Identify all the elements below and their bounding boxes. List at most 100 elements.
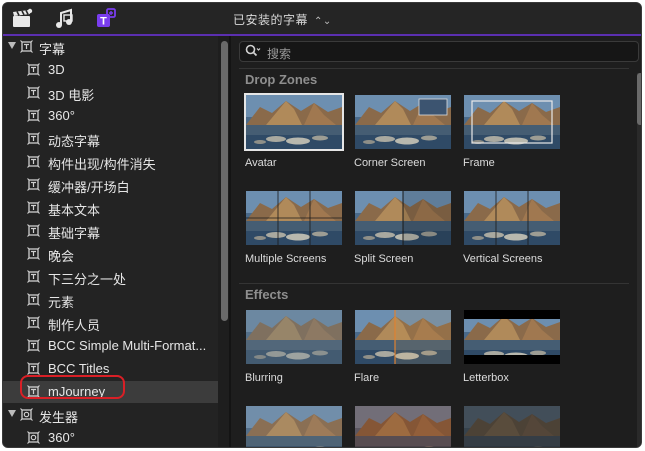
titles-icon	[27, 293, 40, 306]
tile-caption: Vertical Screens	[463, 253, 543, 265]
sidebar-item[interactable]: 字幕	[3, 36, 218, 58]
section-divider	[239, 283, 629, 284]
title-tile[interactable]	[244, 404, 344, 448]
app-window: T 已安装的字幕 ⌃⌄ 字幕 3D 3D 电影 360° 动态字幕构件出现/构件消失 缓冲器…	[2, 2, 642, 448]
titles-icon	[27, 155, 40, 168]
thumbnail-image[interactable]	[462, 93, 562, 151]
sidebar-scrollbar[interactable]	[221, 41, 228, 321]
title-tile[interactable]	[353, 404, 453, 448]
thumbnail-image[interactable]	[244, 93, 344, 151]
browser-scrollbar[interactable]	[637, 73, 641, 447]
tile-caption: Flare	[354, 372, 380, 384]
title-tile[interactable]: Flare	[353, 308, 453, 384]
sidebar-item-label: 360°	[48, 108, 75, 123]
generators-icon	[20, 408, 33, 421]
sidebar-item-label: BCC Simple Multi-Format...	[48, 338, 207, 353]
sidebar-item-label: 晚会	[48, 249, 75, 264]
thumbnail-image[interactable]	[353, 404, 453, 448]
tile-caption: Split Screen	[354, 253, 414, 265]
title-tile[interactable]: Corner Screen	[353, 93, 453, 169]
search-field[interactable]: 搜索	[239, 41, 639, 62]
sidebar-item[interactable]: 发生器	[3, 404, 218, 426]
title-tile[interactable]: Letterbox	[462, 308, 562, 384]
search-icon[interactable]	[245, 44, 261, 58]
sidebar-item[interactable]: BCC Simple Multi-Format...	[3, 335, 218, 357]
annotation-highlight	[20, 375, 125, 399]
sidebar-item-label: 下三分之一处	[48, 272, 127, 287]
title-tile[interactable]: Avatar	[244, 93, 344, 169]
sidebar-item-label: 缓冲器/开场白	[48, 180, 130, 195]
section-header: Effects	[245, 287, 289, 302]
thumbnail-image[interactable]	[244, 404, 344, 448]
titles-icon	[27, 132, 40, 145]
sidebar-item-label: 发生器	[39, 410, 79, 425]
section-header: Drop Zones	[245, 72, 318, 87]
section-divider	[239, 68, 629, 69]
thumbnail-image[interactable]	[353, 93, 453, 151]
title-tile[interactable]: Frame	[462, 93, 562, 169]
titles-icon	[27, 201, 40, 214]
sidebar-item[interactable]: 基础字幕	[3, 220, 218, 242]
sidebar-item[interactable]: 构件出现/构件消失	[3, 151, 218, 173]
title-tile[interactable]: Vertical Screens	[462, 189, 562, 265]
sidebar-item-label: 基本文本	[48, 203, 101, 218]
thumbnail-image[interactable]	[462, 404, 562, 448]
thumbnail-image[interactable]	[353, 308, 453, 366]
titles-icon	[27, 178, 40, 191]
titles-icon	[27, 224, 40, 237]
thumbnail-image[interactable]	[353, 189, 453, 247]
sidebar-item[interactable]: 动态字幕	[3, 128, 218, 150]
search-placeholder: 搜索	[267, 47, 292, 61]
sidebar-item[interactable]: 下三分之一处	[3, 266, 218, 288]
tile-caption: Letterbox	[463, 372, 509, 384]
tile-caption: Frame	[463, 157, 495, 169]
browser-toolbar: T 已安装的字幕 ⌃⌄	[3, 3, 641, 36]
title-tile[interactable]: Multiple Screens	[244, 189, 344, 265]
titles-icon	[27, 109, 40, 122]
sidebar-item-label: BCC Titles	[48, 361, 110, 376]
titles-icon	[27, 63, 40, 76]
title-tile[interactable]	[462, 404, 562, 448]
browser-category-dropdown[interactable]: 已安装的字幕 ⌃⌄	[233, 11, 332, 28]
title-tile[interactable]: Split Screen	[353, 189, 453, 265]
titles-icon	[27, 270, 40, 283]
sidebar-item[interactable]: 3D 电影	[3, 82, 218, 104]
titles-generators-icon[interactable]: T	[94, 7, 118, 29]
thumbnail-image[interactable]	[244, 189, 344, 247]
sidebar-item[interactable]: 制作人员	[3, 312, 218, 334]
sidebar-item[interactable]: 缓冲器/开场白	[3, 174, 218, 196]
titles-icon	[27, 86, 40, 99]
sidebar-item[interactable]: 360°	[3, 427, 218, 447]
titles-icon	[27, 247, 40, 260]
sidebar-item-label: 构件出现/构件消失	[48, 157, 156, 172]
thumbnail-image[interactable]	[462, 189, 562, 247]
sidebar-item-label: 360°	[48, 430, 75, 445]
sidebar-item-label: 元素	[48, 295, 75, 310]
thumbnail-image[interactable]	[462, 308, 562, 366]
tile-caption: Blurring	[245, 372, 283, 384]
sidebar-item-label: 基础字幕	[48, 226, 101, 241]
dropdown-label: 已安装的字幕	[233, 13, 309, 27]
sidebar-item[interactable]: 3D	[3, 59, 218, 81]
tile-caption: Multiple Screens	[245, 253, 327, 265]
tile-caption: Corner Screen	[354, 157, 426, 169]
sidebar-item[interactable]: 元素	[3, 289, 218, 311]
sidebar-item-label: 3D 电影	[48, 88, 95, 103]
titles-icon	[27, 362, 40, 375]
chevron-updown-icon: ⌃⌄	[314, 16, 332, 27]
disclosure-triangle-icon[interactable]	[8, 42, 16, 49]
music-photo-icon[interactable]	[53, 7, 77, 29]
sidebar-item[interactable]: 360°	[3, 105, 218, 127]
titles-icon	[20, 40, 33, 53]
sidebar-item-label: 3D	[48, 62, 65, 77]
sidebar-item[interactable]: 基本文本	[3, 197, 218, 219]
disclosure-triangle-icon[interactable]	[8, 410, 16, 417]
scrollbar-thumb[interactable]	[637, 73, 641, 125]
thumbnail-image[interactable]	[244, 308, 344, 366]
sidebar-item-label: 制作人员	[48, 318, 101, 333]
titles-icon	[27, 339, 40, 352]
tile-caption: Avatar	[245, 157, 277, 169]
title-tile[interactable]: Blurring	[244, 308, 344, 384]
clapperboard-icon[interactable]	[10, 7, 34, 29]
sidebar-item[interactable]: 晚会	[3, 243, 218, 265]
